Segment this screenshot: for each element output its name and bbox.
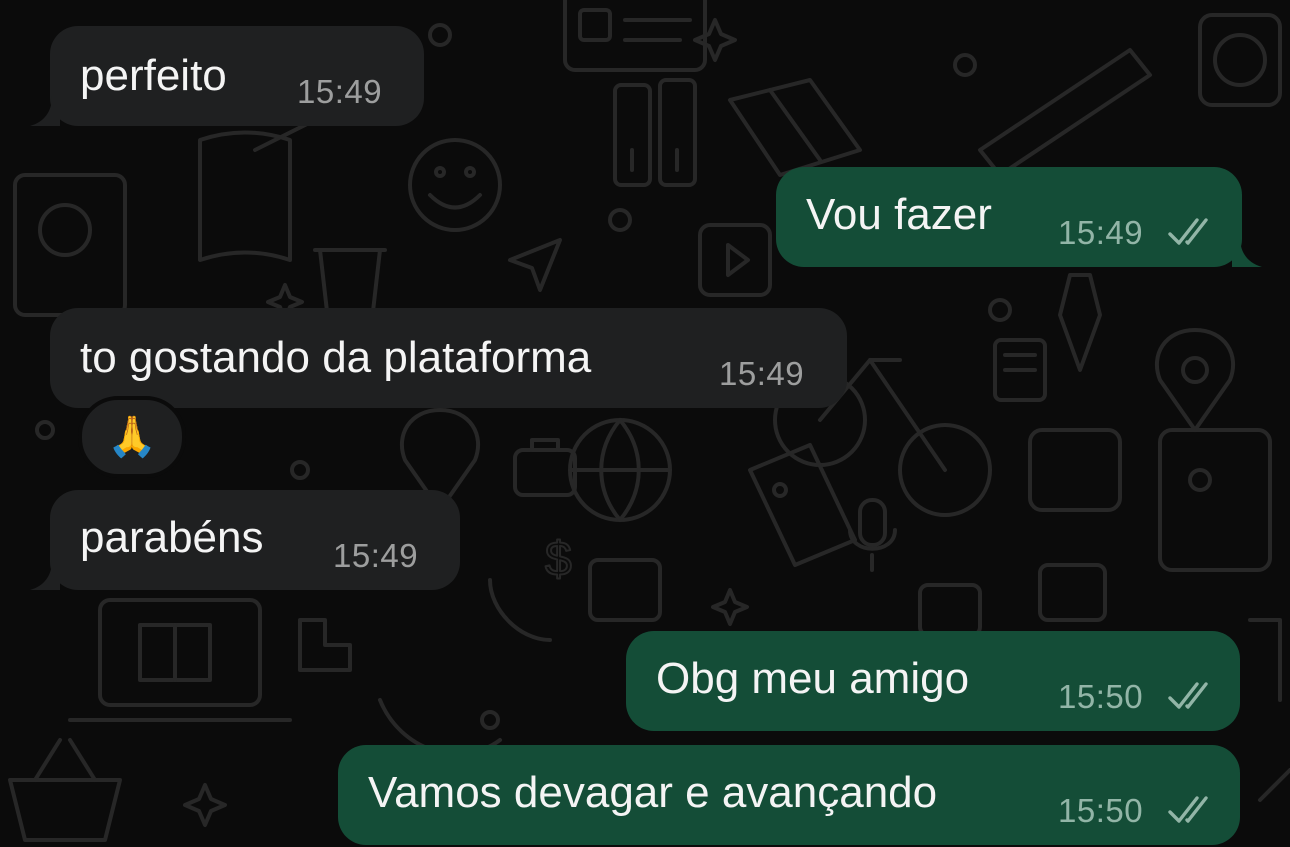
message-text: Vou fazer [806,190,992,239]
message-timestamp: 15:49 [333,537,419,574]
outgoing-message-bubble[interactable]: Vou fazer 15:49 [776,167,1262,267]
message-timestamp: 15:49 [1058,214,1144,251]
incoming-message-bubble[interactable]: perfeito 15:49 [30,26,424,126]
incoming-message-bubble[interactable]: parabéns 15:49 [30,490,460,590]
read-double-check-icon [1168,218,1208,245]
read-double-check-icon [1168,796,1208,823]
message-reaction[interactable]: 🙏 [78,396,186,478]
bubble-tail-icon [30,560,60,590]
message-text: Obg meu amigo [656,654,970,703]
svg-text:$: $ [545,533,572,586]
message-timestamp: 15:49 [297,73,383,110]
praying-hands-emoji: 🙏 [107,415,157,459]
outgoing-message-bubble[interactable]: Obg meu amigo 15:50 [626,631,1240,731]
bubble-tail-icon [30,96,60,126]
message-text: perfeito [80,51,227,100]
message-text: to gostando da plataforma [80,333,592,382]
outgoing-message-bubble[interactable]: Vamos devagar e avançando 15:50 [338,745,1240,845]
bubble-tail-icon [1232,237,1262,267]
message-text: parabéns [80,513,264,562]
read-double-check-icon [1168,682,1208,709]
message-timestamp: 15:50 [1058,678,1144,715]
incoming-message-bubble[interactable]: to gostando da plataforma 15:49 [50,308,847,408]
message-timestamp: 15:49 [719,355,805,392]
message-text: Vamos devagar e avançando [368,768,938,817]
message-timestamp: 15:50 [1058,792,1144,829]
